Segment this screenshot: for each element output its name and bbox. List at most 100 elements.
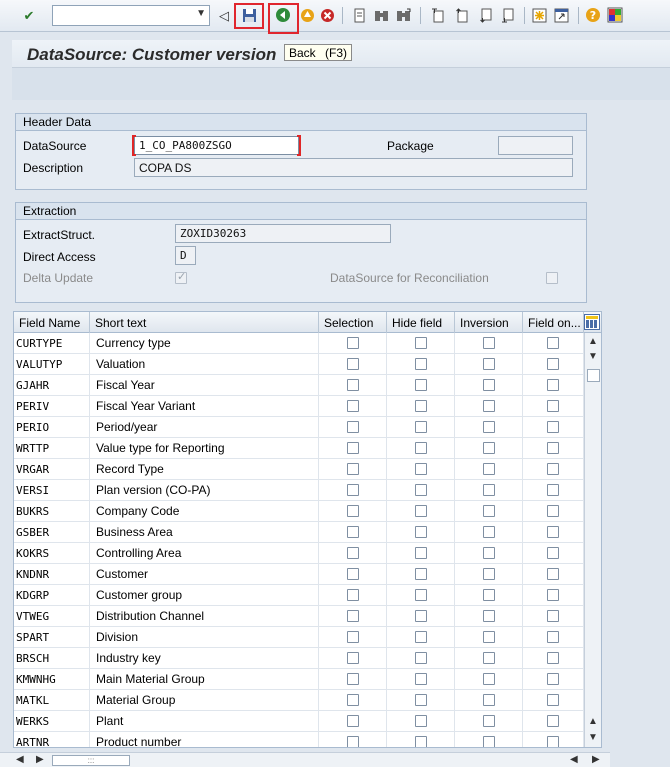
selection-checkbox[interactable] [346, 589, 359, 601]
inversion-checkbox[interactable] [482, 568, 495, 580]
hide-field-checkbox[interactable] [414, 484, 427, 496]
command-field[interactable]: ▼ [52, 5, 210, 26]
inversion-checkbox[interactable] [482, 484, 495, 496]
hide-field-checkbox[interactable] [414, 379, 427, 391]
hide-field-checkbox[interactable] [414, 463, 427, 475]
scroll-up-bottom-icon[interactable]: ▲ [588, 716, 598, 727]
table-row[interactable]: MATKL Material Group [14, 690, 584, 711]
table-row[interactable]: VTWEG Distribution Channel [14, 606, 584, 627]
scroll-left-end-icon[interactable]: ◀ [570, 754, 578, 765]
inversion-checkbox[interactable] [482, 673, 495, 685]
selection-checkbox[interactable] [346, 400, 359, 412]
col-inversion[interactable]: Inversion [455, 312, 523, 333]
hide-field-checkbox[interactable] [414, 358, 427, 370]
description-field[interactable]: COPA DS [134, 158, 573, 177]
inversion-checkbox[interactable] [482, 421, 495, 433]
selection-checkbox[interactable] [346, 631, 359, 643]
table-row[interactable]: VALUTYP Valuation [14, 354, 584, 375]
selection-checkbox[interactable] [346, 337, 359, 349]
field-only-checkbox[interactable] [547, 484, 559, 496]
selection-checkbox[interactable] [346, 484, 359, 496]
scroll-right-icon[interactable]: ▶ [36, 754, 44, 765]
table-row[interactable]: KOKRS Controlling Area [14, 543, 584, 564]
help-icon[interactable]: ? [584, 6, 602, 24]
selection-checkbox[interactable] [346, 442, 359, 454]
find-icon[interactable] [372, 6, 390, 24]
table-row[interactable]: VERSI Plan version (CO-PA) [14, 480, 584, 501]
selection-checkbox[interactable] [346, 358, 359, 370]
check-icon[interactable]: ✔ [20, 6, 38, 24]
field-only-checkbox[interactable] [547, 442, 559, 454]
reconciliation-checkbox[interactable] [546, 272, 558, 284]
selection-checkbox[interactable] [346, 610, 359, 622]
scroll-left-icon[interactable]: ◀ [16, 754, 24, 765]
selection-checkbox[interactable] [346, 421, 359, 433]
vertical-scrollbar[interactable]: ▲ ▼ ▲ ▼ [584, 333, 601, 747]
selection-checkbox[interactable] [346, 568, 359, 580]
field-only-checkbox[interactable] [547, 589, 559, 601]
hide-field-checkbox[interactable] [414, 631, 427, 643]
selection-checkbox[interactable] [346, 736, 359, 747]
col-short-text[interactable]: Short text [90, 312, 319, 333]
customize-layout-icon[interactable] [606, 6, 624, 24]
hide-field-checkbox[interactable] [414, 400, 427, 412]
inversion-checkbox[interactable] [482, 337, 495, 349]
datasource-field[interactable]: 1_CO_PA800ZSGO [132, 135, 301, 156]
hide-field-checkbox[interactable] [414, 337, 427, 349]
field-only-checkbox[interactable] [547, 673, 559, 685]
field-only-checkbox[interactable] [547, 547, 559, 559]
inversion-checkbox[interactable] [482, 589, 495, 601]
scroll-thumb[interactable] [587, 369, 600, 382]
print-icon[interactable] [350, 6, 368, 24]
field-only-checkbox[interactable] [547, 568, 559, 580]
scroll-down-bottom-icon[interactable]: ▼ [588, 732, 598, 743]
hide-field-checkbox[interactable] [414, 673, 427, 685]
inversion-checkbox[interactable] [482, 400, 495, 412]
back-icon[interactable] [274, 6, 292, 24]
hide-field-checkbox[interactable] [414, 547, 427, 559]
delta-update-checkbox[interactable]: ✓ [175, 271, 187, 284]
col-selection[interactable]: Selection [319, 312, 387, 333]
table-row[interactable]: GJAHR Fiscal Year [14, 375, 584, 396]
inversion-checkbox[interactable] [482, 505, 495, 517]
hide-field-checkbox[interactable] [414, 715, 427, 727]
table-row[interactable]: BUKRS Company Code [14, 501, 584, 522]
hide-field-checkbox[interactable] [414, 526, 427, 538]
shortcut-icon[interactable] [552, 6, 570, 24]
cancel-icon[interactable] [318, 6, 336, 24]
selection-checkbox[interactable] [346, 694, 359, 706]
col-field-only[interactable]: Field on... [523, 312, 584, 333]
inversion-checkbox[interactable] [482, 526, 495, 538]
field-only-checkbox[interactable] [547, 421, 559, 433]
inversion-checkbox[interactable] [482, 652, 495, 664]
field-only-checkbox[interactable] [547, 694, 559, 706]
field-only-checkbox[interactable] [547, 715, 559, 727]
table-row[interactable]: KNDNR Customer [14, 564, 584, 585]
scroll-up-icon[interactable]: ▲ [588, 336, 598, 347]
hide-field-checkbox[interactable] [414, 694, 427, 706]
scroll-down-icon[interactable]: ▼ [588, 351, 598, 362]
field-only-checkbox[interactable] [547, 337, 559, 349]
horizontal-scrollbar[interactable]: ◀ ▶ ::: ◀ ▶ [0, 752, 610, 767]
selection-checkbox[interactable] [346, 715, 359, 727]
field-only-checkbox[interactable] [547, 463, 559, 475]
table-row[interactable]: PERIV Fiscal Year Variant [14, 396, 584, 417]
inversion-checkbox[interactable] [482, 358, 495, 370]
hide-field-checkbox[interactable] [414, 421, 427, 433]
column-settings-icon[interactable] [584, 314, 600, 330]
table-row[interactable]: GSBER Business Area [14, 522, 584, 543]
h-scroll-thumb[interactable]: ::: [52, 755, 130, 766]
table-row[interactable]: KDGRP Customer group [14, 585, 584, 606]
table-row[interactable]: BRSCH Industry key [14, 648, 584, 669]
field-only-checkbox[interactable] [547, 736, 559, 747]
field-only-checkbox[interactable] [547, 358, 559, 370]
field-only-checkbox[interactable] [547, 379, 559, 391]
direct-access-field[interactable]: D [175, 246, 196, 265]
scroll-right-end-icon[interactable]: ▶ [592, 754, 600, 765]
selection-checkbox[interactable] [346, 673, 359, 685]
selection-checkbox[interactable] [346, 505, 359, 517]
table-row[interactable]: WRTTP Value type for Reporting [14, 438, 584, 459]
inversion-checkbox[interactable] [482, 631, 495, 643]
inversion-checkbox[interactable] [482, 463, 495, 475]
table-row[interactable]: ARTNR Product number [14, 732, 584, 747]
